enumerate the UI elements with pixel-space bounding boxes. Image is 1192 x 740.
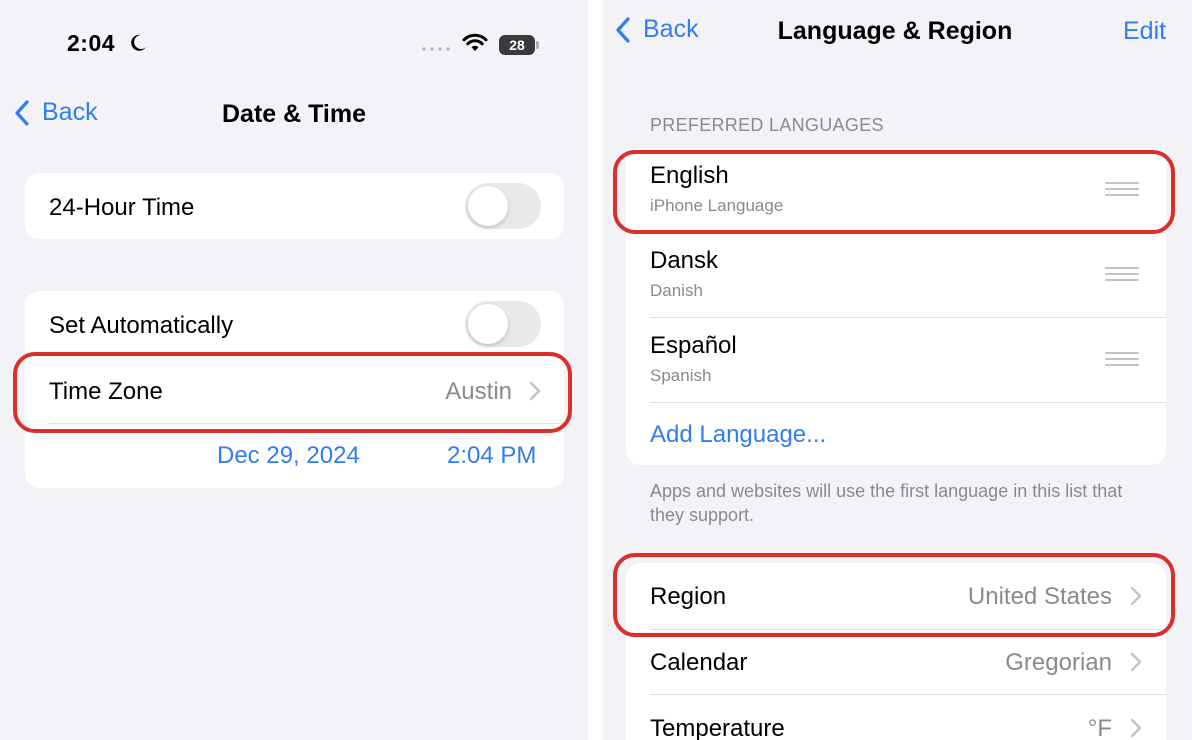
status-bar-time: 2:04 [67,30,116,56]
language-row-dansk[interactable]: Dansk Danish [626,233,1166,318]
back-label: Back [643,15,699,43]
date-picker[interactable]: Dec 29, 2024 [217,442,360,470]
temperature-value: °F [1087,715,1112,740]
moon-icon [131,34,146,51]
time-picker[interactable]: 2:04 PM [447,442,536,470]
add-language-button[interactable]: Add Language... [650,421,826,449]
chevron-right-icon [1130,652,1142,672]
back-label: Back [42,98,98,126]
date-time-screen: 2:04 28 Back Date & Time 24-Hour Time Se… [0,0,588,740]
language-subtitle: Spanish [650,366,712,385]
battery-icon: 28 [499,35,539,55]
language-subtitle: Danish [650,281,703,300]
reorder-handle-icon[interactable] [1105,267,1139,281]
edit-button[interactable]: Edit [1123,17,1166,46]
twenty-four-hour-toggle[interactable] [465,183,541,229]
chevron-left-icon [616,16,630,43]
chevron-right-icon [1130,718,1142,738]
set-automatically-toggle[interactable] [465,301,541,347]
page-title: Date & Time [221,100,367,128]
cellular-dots-icon [422,47,450,51]
language-name: Dansk [650,247,719,274]
region-highlight [613,553,1175,637]
language-name: Español [650,332,737,359]
twenty-four-hour-label: 24-Hour Time [49,194,195,221]
language-row-espanol[interactable]: Español Spanish [626,318,1166,403]
chevron-left-icon [15,99,29,126]
calendar-value: Gregorian [1005,649,1112,676]
english-language-highlight [613,150,1175,234]
back-button[interactable]: Back [14,98,98,127]
page-title: Language & Region [777,17,1013,45]
calendar-label: Calendar [650,649,748,676]
languages-footer-note: Apps and websites will use the first lan… [650,481,1123,525]
calendar-row[interactable]: Calendar Gregorian [626,629,1166,695]
twenty-four-hour-card: 24-Hour Time [25,173,564,239]
preferred-languages-header: PREFERRED LANGUAGES [650,115,884,135]
language-region-screen: Back Language & Region Edit PREFERRED LA… [603,0,1192,740]
temperature-row[interactable]: Temperature °F [626,695,1166,740]
time-zone-highlight [13,352,572,433]
set-automatically-label: Set Automatically [49,312,234,339]
temperature-label: Temperature [650,715,785,740]
battery-level: 28 [499,35,535,55]
wifi-icon [462,33,488,51]
reorder-handle-icon[interactable] [1105,352,1139,366]
back-button[interactable]: Back [615,15,699,44]
